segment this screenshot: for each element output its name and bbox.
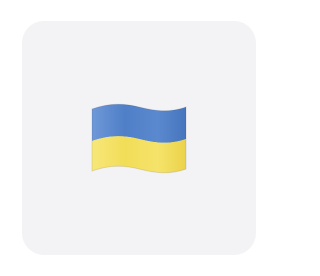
ukraine-flag-icon — [89, 95, 189, 181]
emoji-tile — [22, 21, 256, 255]
